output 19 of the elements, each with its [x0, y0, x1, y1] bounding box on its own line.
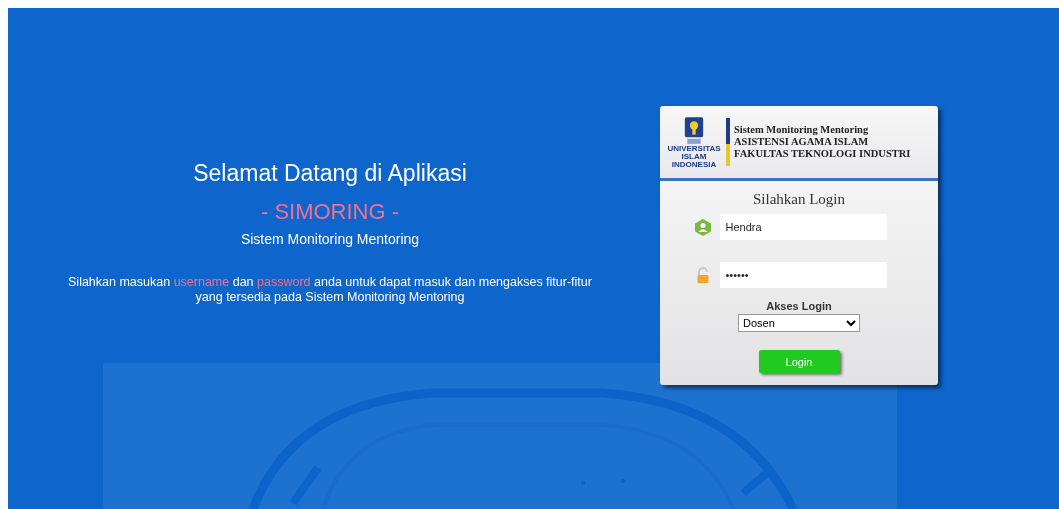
app-subtitle: Sistem Monitoring Mentoring: [240, 231, 420, 247]
access-dropdown[interactable]: Dosen: [738, 314, 860, 332]
username-field[interactable]: Hendra: [719, 214, 887, 240]
app-name: - SIMORING -: [260, 199, 400, 225]
header-text: ASISTENSI AGAMA ISLAM: [734, 136, 870, 148]
login-title: Silahkan Login: [752, 191, 846, 208]
padlock-icon: [694, 266, 711, 284]
accent-bar: [726, 118, 730, 166]
logo-text: ISLAM: [681, 152, 707, 161]
header-text: Sistem Monitoring Mentoring: [734, 124, 870, 136]
access-label: Akses Login: [766, 300, 832, 312]
user-icon: [694, 218, 711, 236]
header-text: FAKULTAS TEKNOLOGI INDUSTRI: [734, 148, 911, 160]
welcome-title: Selamat Datang di Aplikasi: [193, 160, 467, 187]
password-field[interactable]: ••••••: [719, 262, 887, 288]
emblem-icon: [684, 115, 704, 145]
logo-text: UNIVERSITAS: [667, 144, 721, 153]
instruction-text: Silahkan masukan username dan password anda untuk dapat masuk dan mengakses fitur-fitur yang tersedia pada Sistem Monitoring Mentoring: [67, 275, 593, 305]
logo-text: INDONESIA: [671, 160, 717, 169]
